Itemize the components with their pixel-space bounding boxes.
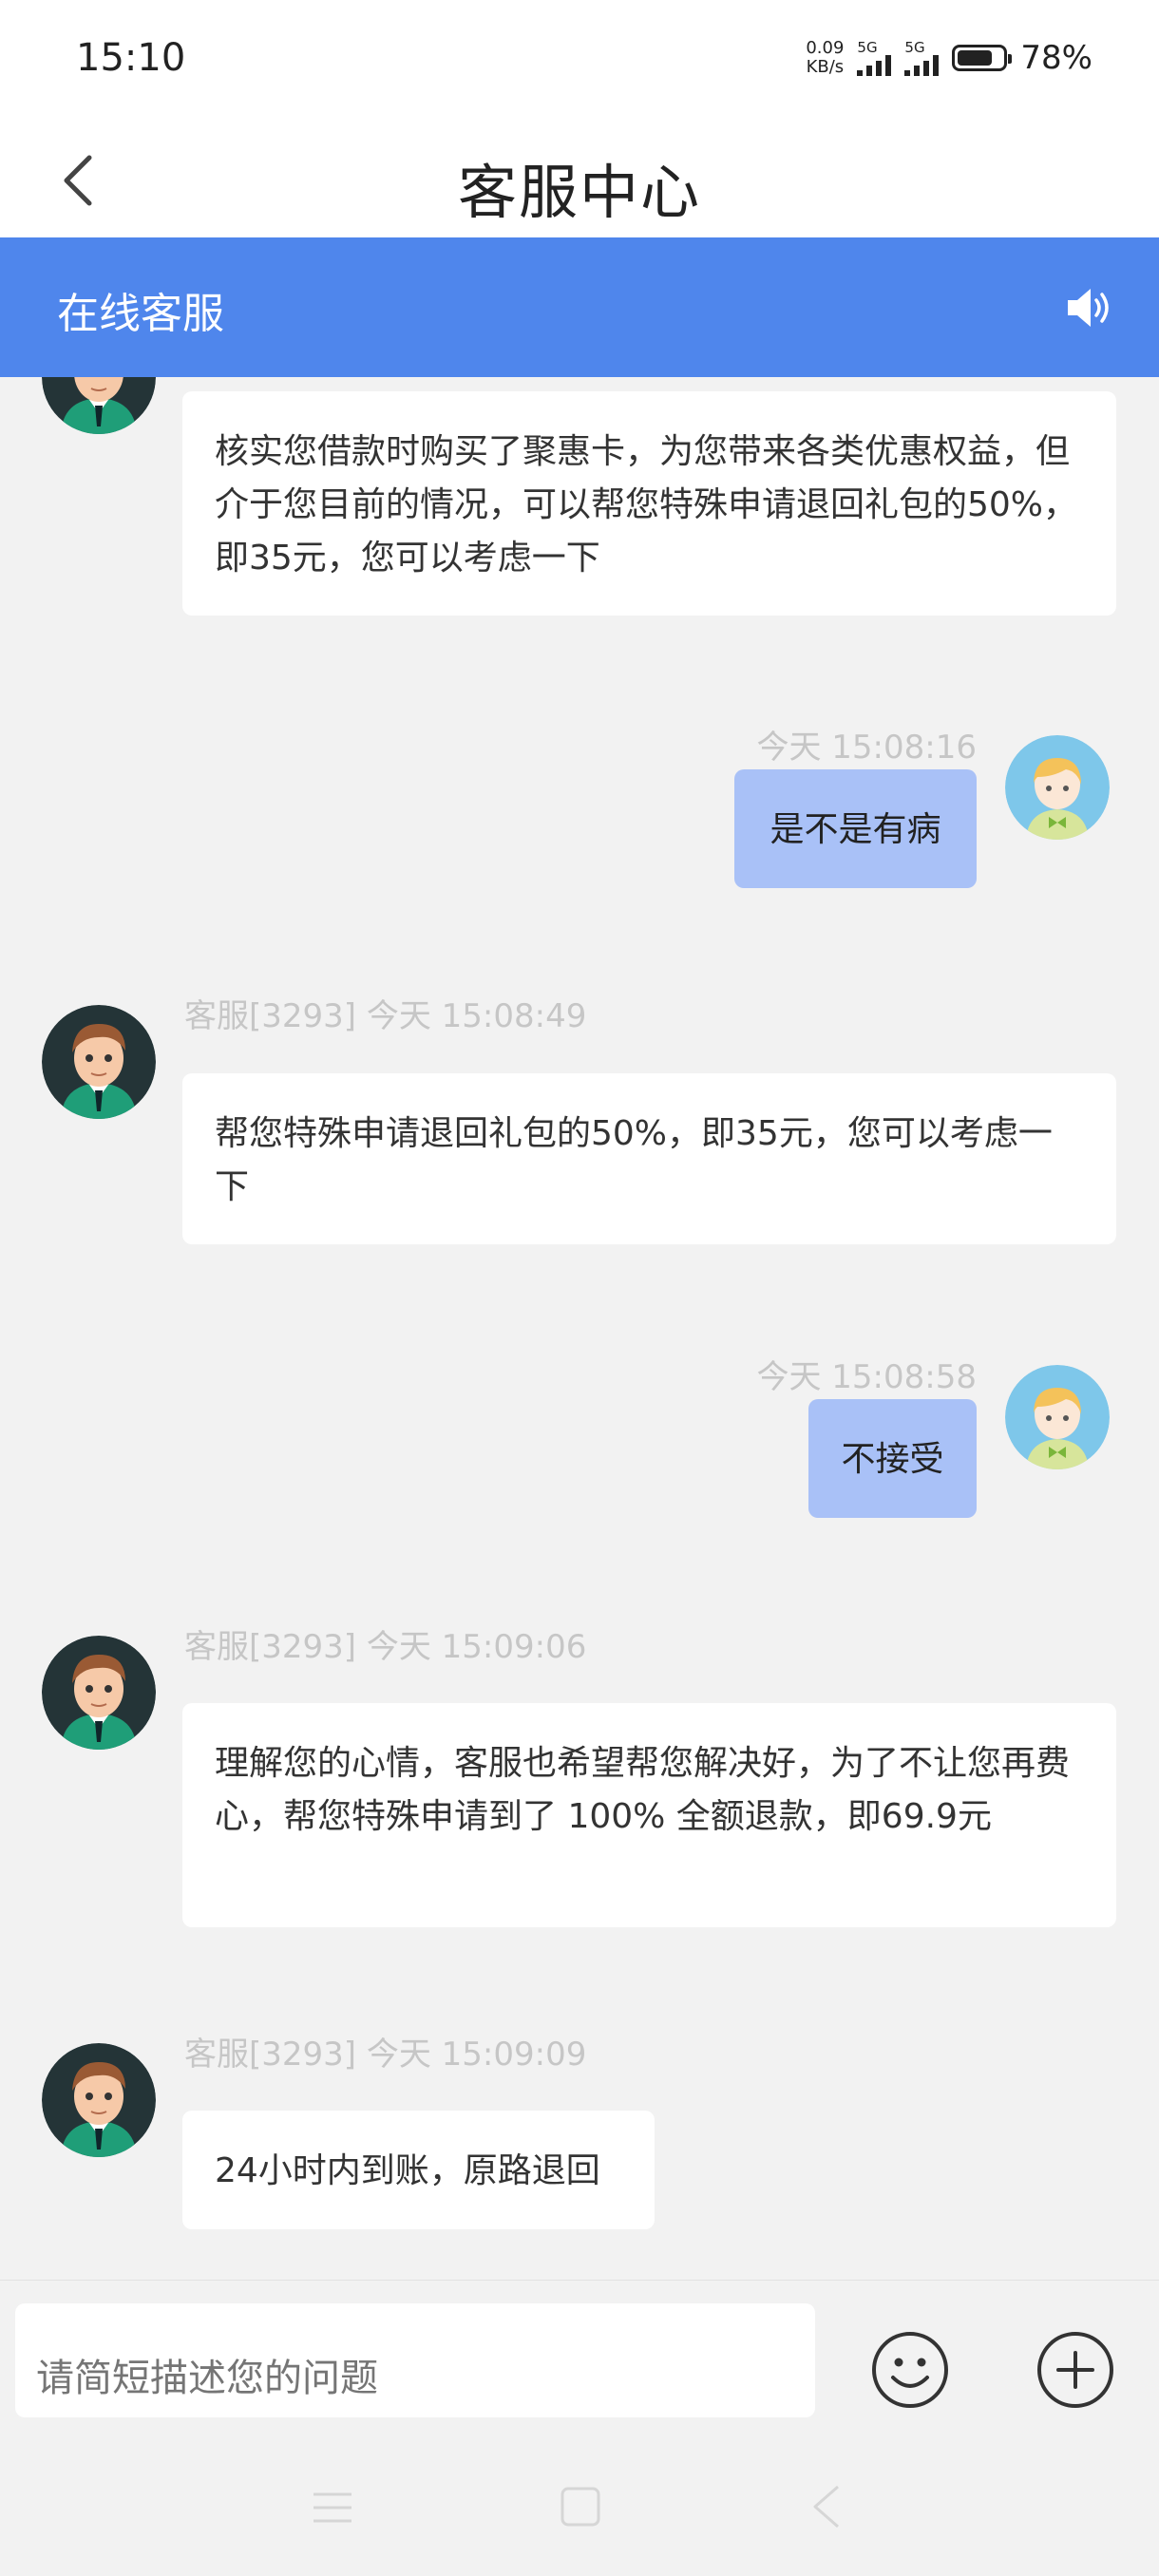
network-speed-value: 0.09	[806, 38, 845, 58]
agent-avatar	[42, 1636, 156, 1750]
sim2-label: 5G	[904, 39, 925, 56]
page-title: 客服中心	[457, 158, 701, 227]
emoji-icon[interactable]	[870, 2330, 950, 2410]
agent-avatar	[42, 2043, 156, 2157]
agent-message-bubble: 帮您特殊申请退回礼包的50%，即35元，您可以考虑一下	[182, 1073, 1116, 1244]
user-message-bubble: 不接受	[808, 1399, 977, 1518]
agent-avatar	[42, 1005, 156, 1119]
message-sender-timestamp: 客服[3293] 今天 15:08:49	[184, 997, 587, 1035]
status-bar: 15:10 0.09 KB/s 5G 5G 78%	[0, 0, 1159, 123]
sim1-label: 5G	[857, 39, 878, 56]
agent-avatar	[42, 377, 156, 434]
user-avatar	[1005, 735, 1110, 840]
system-navigation-bar	[0, 2439, 1159, 2576]
battery-icon	[952, 45, 1013, 71]
banner-title: 在线客服	[57, 290, 224, 338]
signal-bars-icon	[904, 55, 940, 76]
signal-sim2: 5G	[904, 39, 940, 76]
message-timestamp: 今天 15:08:58	[756, 1358, 977, 1396]
title-bar: 客服中心	[0, 123, 1159, 237]
agent-message-bubble: 核实您借款时购买了聚惠卡，为您带来各类优惠权益，但介于您目前的情况，可以帮您特殊…	[182, 391, 1116, 616]
message-input[interactable]	[15, 2303, 815, 2417]
signal-sim1: 5G	[857, 39, 892, 76]
status-time: 15:10	[76, 36, 186, 80]
nav-back-icon[interactable]	[809, 2483, 844, 2530]
speaker-icon[interactable]	[1062, 283, 1112, 332]
agent-message-bubble: 理解您的心情，客服也希望帮您解决好，为了不让您再费心，帮您特殊申请到了 100%…	[182, 1703, 1116, 1927]
plus-circle-icon[interactable]	[1036, 2330, 1115, 2410]
network-speed: 0.09 KB/s	[806, 39, 844, 77]
online-service-banner: 在线客服	[0, 237, 1159, 377]
battery-percent: 78%	[1020, 39, 1092, 77]
message-timestamp: 今天 15:08:16	[756, 729, 977, 767]
signal-bars-icon	[857, 55, 892, 76]
user-avatar	[1005, 1365, 1110, 1469]
message-input-bar	[0, 2280, 1159, 2440]
battery-fill	[958, 50, 993, 66]
home-icon[interactable]	[559, 2485, 602, 2529]
user-message-bubble: 是不是有病	[734, 769, 977, 888]
agent-message-bubble: 24小时内到账，原路退回	[182, 2111, 655, 2229]
network-speed-unit: KB/s	[806, 57, 845, 77]
chat-area[interactable]: 核实您借款时购买了聚惠卡，为您带来各类优惠权益，但介于您目前的情况，可以帮您特殊…	[0, 377, 1159, 2267]
status-indicators: 0.09 KB/s 5G 5G 78%	[806, 34, 1092, 82]
message-sender-timestamp: 客服[3293] 今天 15:09:09	[184, 2036, 587, 2074]
menu-icon[interactable]	[312, 2489, 353, 2527]
message-sender-timestamp: 客服[3293] 今天 15:09:06	[184, 1628, 587, 1666]
